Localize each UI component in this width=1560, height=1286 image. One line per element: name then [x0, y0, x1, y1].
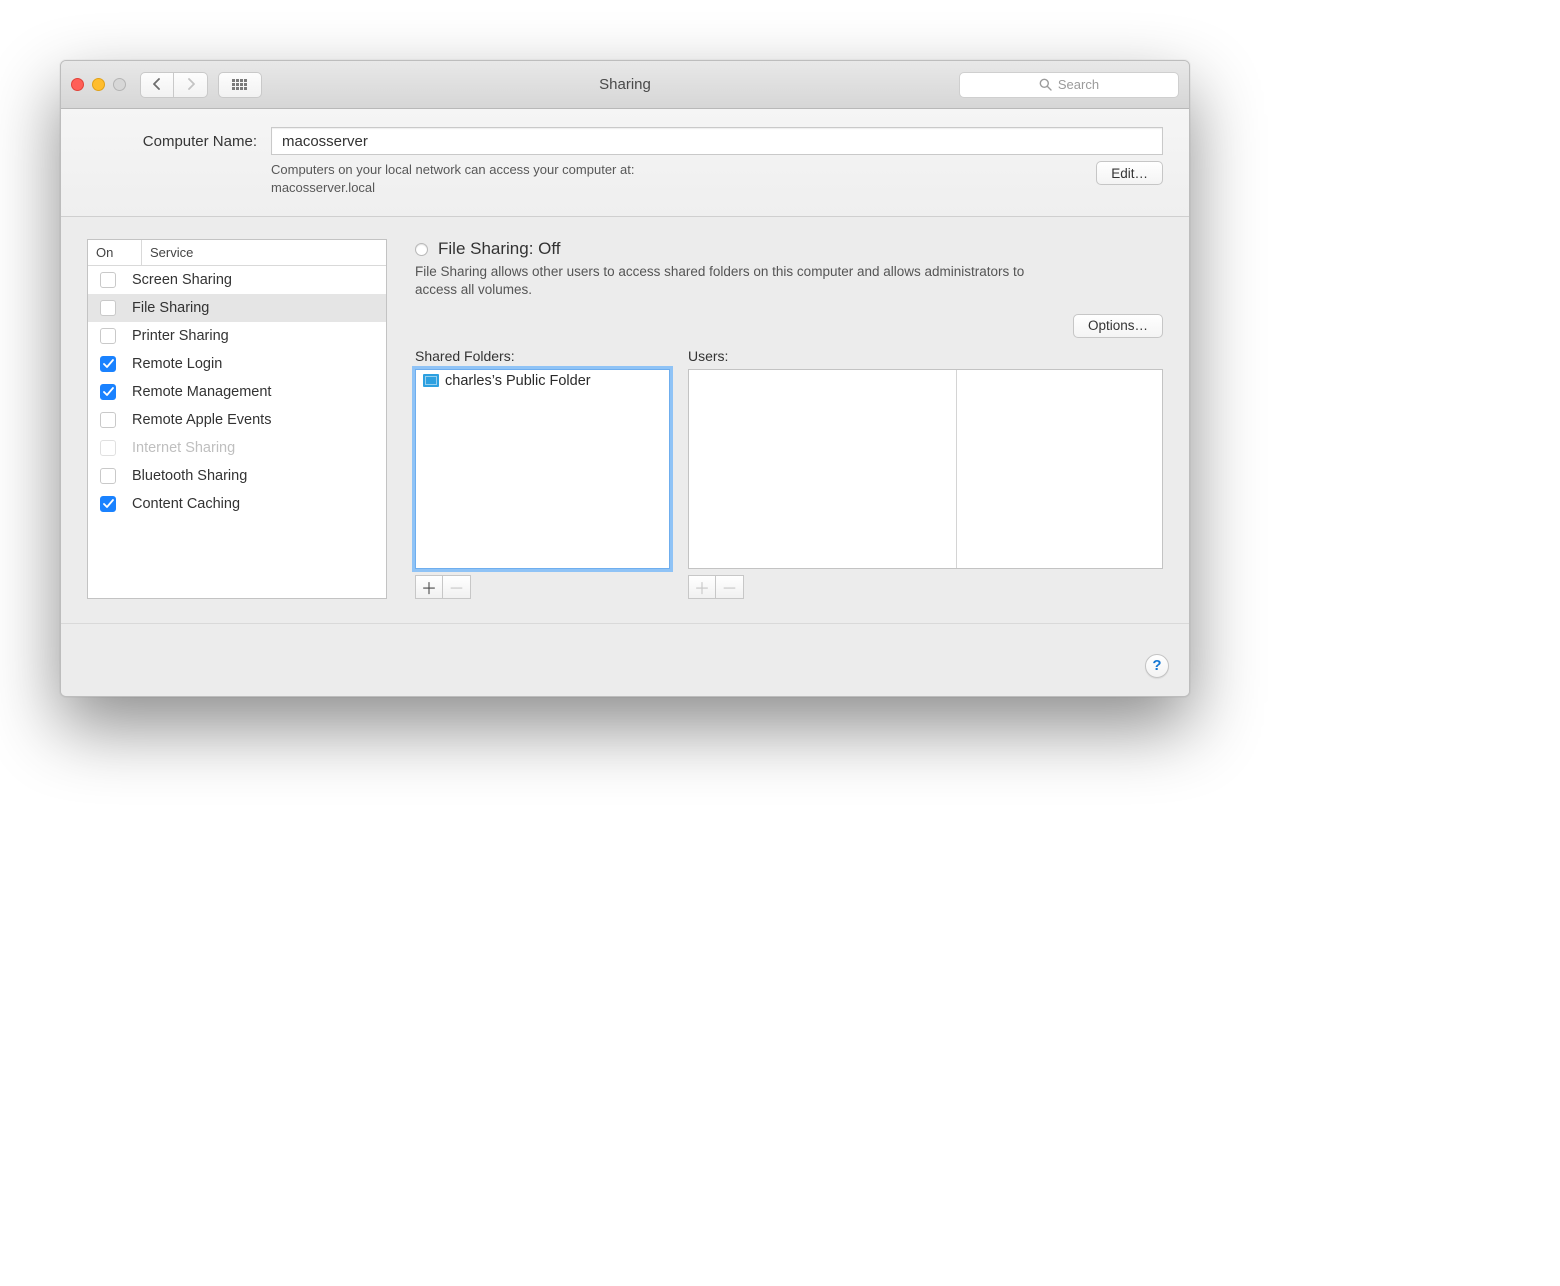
service-label: Remote Login	[132, 356, 222, 372]
titlebar: Sharing Search	[61, 61, 1189, 109]
service-label: Internet Sharing	[132, 440, 235, 456]
service-checkbox[interactable]	[100, 300, 116, 316]
service-row[interactable]: Screen Sharing	[88, 266, 386, 294]
services-header: On Service	[88, 240, 386, 266]
service-label: Remote Apple Events	[132, 412, 271, 428]
service-row[interactable]: Remote Login	[88, 350, 386, 378]
service-checkbox[interactable]	[100, 384, 116, 400]
remove-user-button: －	[716, 575, 744, 599]
service-label: File Sharing	[132, 300, 209, 316]
nav-buttons	[140, 72, 208, 98]
add-user-button: ＋	[688, 575, 716, 599]
users-label: Users:	[688, 348, 1163, 364]
service-detail: File Sharing: Off File Sharing allows ot…	[415, 239, 1163, 598]
service-label: Screen Sharing	[132, 272, 232, 288]
minus-icon: －	[721, 575, 737, 599]
remove-folder-button: －	[443, 575, 471, 599]
service-row[interactable]: File Sharing	[88, 294, 386, 322]
minus-icon: －	[448, 575, 464, 599]
service-label: Remote Management	[132, 384, 271, 400]
help-icon: ?	[1152, 657, 1161, 674]
service-checkbox[interactable]	[100, 496, 116, 512]
folder-icon	[423, 374, 439, 387]
services-list: On Service Screen Sharing File Sharing Pri…	[87, 239, 387, 598]
service-checkbox[interactable]	[100, 468, 116, 484]
plus-icon: ＋	[421, 575, 437, 599]
footer: ?	[61, 624, 1189, 696]
computer-name-section: Computer Name: Computers on your local n…	[61, 109, 1189, 217]
grid-icon	[232, 79, 248, 91]
forward-button	[174, 72, 208, 98]
window-zoom-button[interactable]	[113, 78, 126, 91]
service-description: File Sharing allows other users to acces…	[415, 263, 1045, 299]
plus-icon: ＋	[694, 575, 710, 599]
service-row[interactable]: Internet Sharing	[88, 434, 386, 462]
help-button[interactable]: ?	[1145, 654, 1169, 678]
search-icon	[1039, 78, 1052, 91]
computer-name-input[interactable]	[271, 127, 1163, 155]
service-checkbox[interactable]	[100, 328, 116, 344]
traffic-lights	[71, 78, 126, 91]
users-list[interactable]	[688, 369, 1163, 569]
service-checkbox[interactable]	[100, 272, 116, 288]
status-title: File Sharing: Off	[438, 239, 561, 259]
window-close-button[interactable]	[71, 78, 84, 91]
sharing-body: On Service Screen Sharing File Sharing Pri…	[61, 217, 1189, 623]
search-placeholder: Search	[1058, 77, 1099, 92]
services-header-service: Service	[142, 240, 386, 265]
service-checkbox[interactable]	[100, 412, 116, 428]
service-row[interactable]: Bluetooth Sharing	[88, 462, 386, 490]
shared-folder-name: charles’s Public Folder	[445, 373, 591, 389]
shared-folders-label: Shared Folders:	[415, 348, 670, 364]
options-button[interactable]: Options…	[1073, 314, 1163, 338]
search-field[interactable]: Search	[959, 72, 1179, 98]
edit-name-button[interactable]: Edit…	[1096, 161, 1163, 185]
chevron-right-icon	[186, 77, 196, 93]
add-folder-button[interactable]: ＋	[415, 575, 443, 599]
services-header-on: On	[88, 240, 142, 265]
computer-name-label: Computer Name:	[87, 133, 257, 150]
service-row[interactable]: Remote Apple Events	[88, 406, 386, 434]
service-label: Bluetooth Sharing	[132, 468, 247, 484]
service-row[interactable]: Content Caching	[88, 490, 386, 518]
window-minimize-button[interactable]	[92, 78, 105, 91]
service-label: Content Caching	[132, 496, 240, 512]
chevron-left-icon	[152, 77, 162, 93]
shared-folders-list[interactable]: charles’s Public Folder	[415, 369, 670, 569]
service-row[interactable]: Printer Sharing	[88, 322, 386, 350]
window-title: Sharing	[599, 76, 651, 93]
sharing-preferences-window: Sharing Search Computer Name: Computers …	[60, 60, 1190, 697]
service-row[interactable]: Remote Management	[88, 378, 386, 406]
back-button[interactable]	[140, 72, 174, 98]
shared-folder-row[interactable]: charles’s Public Folder	[416, 370, 669, 389]
status-indicator-icon	[415, 243, 428, 256]
service-label: Printer Sharing	[132, 328, 229, 344]
computer-name-note: Computers on your local network can acce…	[271, 161, 1096, 196]
service-checkbox	[100, 440, 116, 456]
show-all-button[interactable]	[218, 72, 262, 98]
service-checkbox[interactable]	[100, 356, 116, 372]
